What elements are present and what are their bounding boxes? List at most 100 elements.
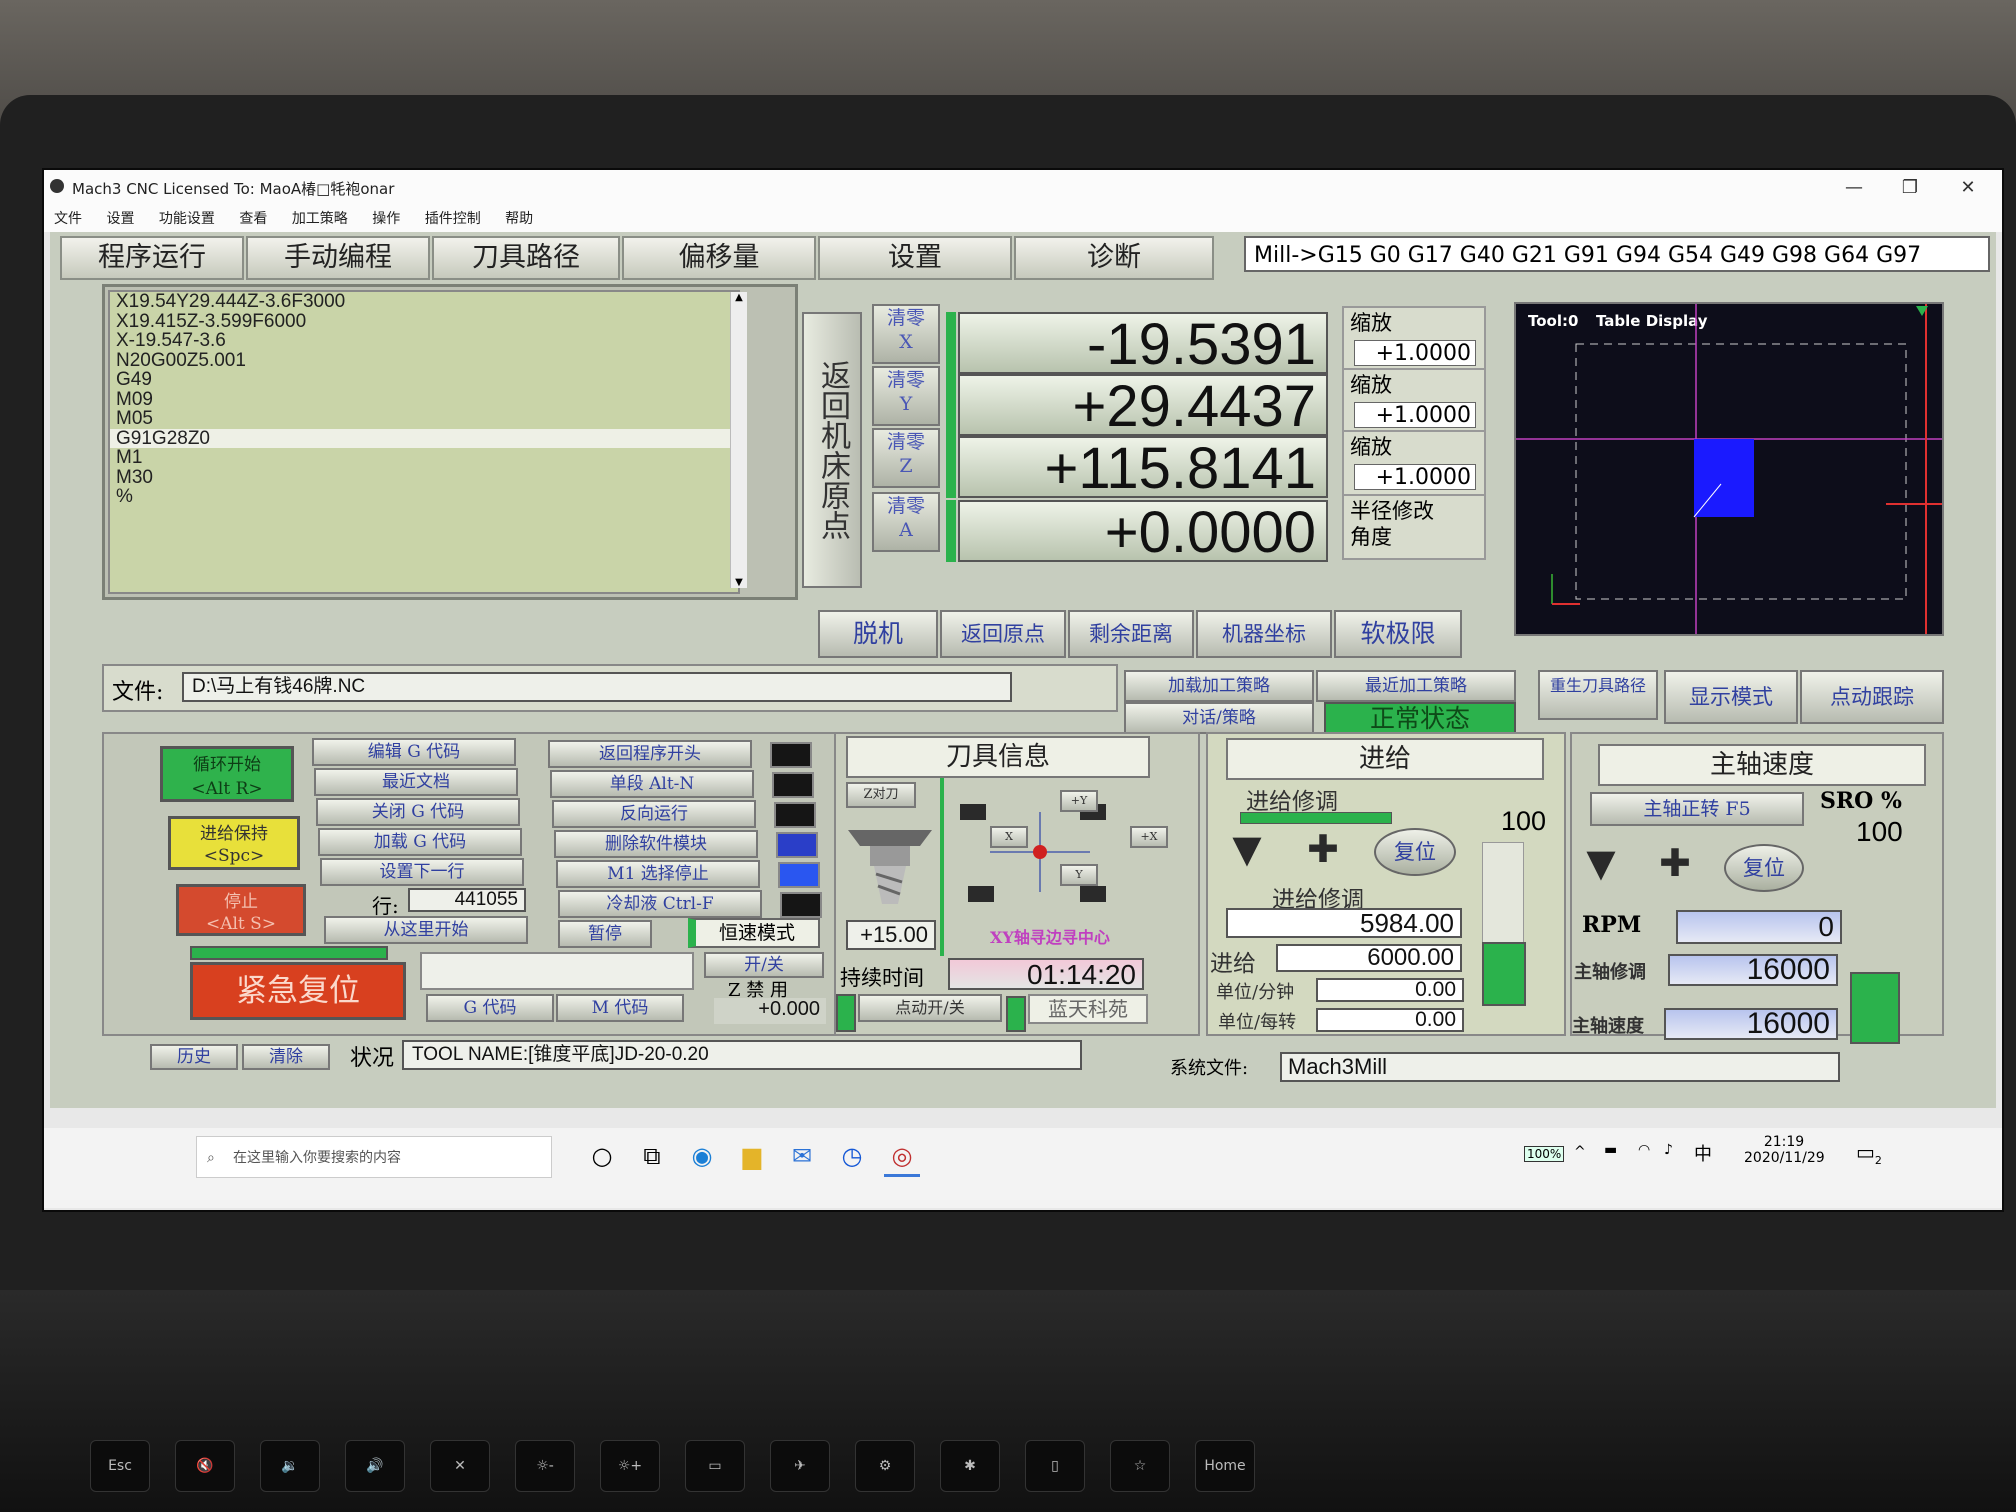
notification-icon[interactable]: ▭2 [1856, 1140, 1882, 1167]
spindle-up-icon[interactable]: ✚ [1646, 844, 1704, 882]
reverse-run-button[interactable]: 反向运行 [552, 800, 756, 828]
mach3-taskbar-icon[interactable]: ◎ [884, 1138, 920, 1177]
spindle-down-icon[interactable]: ▼ [1572, 844, 1630, 882]
edge-find-plus-x-button[interactable]: +X [1130, 826, 1168, 848]
cycle-start-button[interactable]: 循环开始 <Alt R> [160, 746, 294, 802]
clear-button[interactable]: 清除 [242, 1044, 330, 1070]
edge-find-plus-y-button[interactable]: +Y [1060, 790, 1098, 812]
gcode-line[interactable]: M30 [110, 467, 738, 488]
feed-rate-value[interactable]: 6000.00 [1276, 944, 1462, 972]
z-inhibit-value[interactable]: +0.000 [714, 998, 826, 1024]
tab-settings[interactable]: 设置 [818, 236, 1012, 280]
feed-slider-bar[interactable] [1482, 942, 1526, 1006]
regen-toolpath-button[interactable]: 重生刀具路径 [1538, 670, 1658, 720]
edge-find-minus-y-button[interactable]: Y [1060, 864, 1098, 886]
spindle-speed-value[interactable]: 16000 [1664, 1008, 1838, 1040]
menu-operator[interactable]: 操作 [372, 211, 400, 227]
x-axis-dro[interactable]: -19.5391 [958, 312, 1328, 376]
file-explorer-icon[interactable]: ▆ [734, 1138, 770, 1174]
volume-icon[interactable]: ♪ [1664, 1142, 1673, 1158]
tab-program-run[interactable]: 程序运行 [60, 236, 244, 280]
gcodes-button[interactable]: G 代码 [426, 994, 554, 1022]
clock-app-icon[interactable]: ◷ [834, 1138, 870, 1174]
gcode-line[interactable]: X-19.547-3.6 [110, 331, 738, 351]
coolant-button[interactable]: 冷却液 Ctrl-F [558, 890, 762, 918]
m1-optional-stop-button[interactable]: M1 选择停止 [556, 860, 760, 888]
feed-up-icon[interactable]: ✚ [1294, 830, 1352, 868]
edit-gcode-button[interactable]: 编辑 G 代码 [312, 738, 516, 766]
feed-hold-button[interactable]: 进给保持 <Spc> [168, 816, 300, 870]
zero-a-button[interactable]: 清零 A [872, 492, 940, 552]
recent-file-button[interactable]: 最近文档 [314, 768, 518, 796]
gcode-line[interactable]: G91G28Z0 [110, 428, 738, 448]
restore-button[interactable]: ❐ [1890, 174, 1930, 202]
offline-button[interactable]: 脱机 [818, 610, 938, 658]
recent-wizard-button[interactable]: 最近加工策略 [1316, 670, 1516, 702]
tray-chevron-icon[interactable]: ^ [1574, 1144, 1586, 1160]
menu-config[interactable]: 设置 [106, 211, 134, 227]
z-inhibit-toggle[interactable]: 开/关 [704, 952, 824, 978]
line-number-field[interactable]: 441055 [408, 888, 526, 912]
single-block-button[interactable]: 单段 Alt-N [550, 770, 754, 798]
stop-button[interactable]: 停止 <Alt S> [176, 884, 306, 936]
conversational-button[interactable]: 对话/策略 [1124, 702, 1314, 734]
emergency-reset-button[interactable]: 紧急复位 [190, 962, 406, 1020]
history-button[interactable]: 历史 [150, 1044, 238, 1070]
a-axis-dro[interactable]: +0.0000 [958, 500, 1328, 564]
gcode-line[interactable]: M1 [110, 448, 738, 468]
close-button[interactable]: ✕ [1948, 174, 1988, 202]
soft-limits-button[interactable]: 软极限 [1334, 610, 1462, 658]
delete-module-button[interactable]: 删除软件模块 [554, 830, 758, 858]
toolpath-display[interactable]: Tool:0 Table Display [1514, 302, 1944, 636]
z-plate-value[interactable]: +15.00 [846, 920, 936, 950]
load-wizard-button[interactable]: 加载加工策略 [1124, 670, 1314, 702]
gcode-line[interactable]: X19.415Z-3.599F6000 [110, 311, 738, 332]
gcode-line[interactable]: % [110, 487, 738, 507]
machine-coords-button[interactable]: 机器坐标 [1196, 610, 1332, 658]
y-axis-dro[interactable]: +29.4437 [958, 374, 1328, 438]
z-touch-button[interactable]: Z对刀 [846, 782, 916, 808]
display-mode-button[interactable]: 显示模式 [1664, 670, 1798, 724]
cortana-icon[interactable]: ○ [584, 1138, 620, 1174]
menu-function-cfg[interactable]: 功能设置 [159, 211, 215, 227]
feed-reset-button[interactable]: 复位 [1374, 828, 1456, 876]
ref-all-home-button[interactable]: 返回机床原点 [802, 312, 862, 588]
spindle-slider-bar[interactable] [1850, 972, 1900, 1044]
gcode-scrollbar[interactable]: ▲ ▼ [730, 292, 747, 588]
close-gcode-button[interactable]: 关闭 G 代码 [316, 798, 520, 826]
mcodes-button[interactable]: M 代码 [556, 994, 684, 1022]
z-axis-dro[interactable]: +115.8141 [958, 436, 1328, 500]
gcode-line[interactable]: M05 [110, 409, 738, 429]
battery-indicator[interactable]: 100% [1524, 1146, 1565, 1162]
wifi-icon[interactable]: ◠ [1638, 1142, 1650, 1158]
z-scale-value[interactable]: +1.0000 [1354, 464, 1476, 490]
edge-find-minus-x-button[interactable]: X [990, 826, 1028, 848]
pause-button[interactable]: 暂停 [558, 920, 652, 948]
task-view-icon[interactable]: ⧉ [634, 1138, 670, 1174]
x-scale-value[interactable]: +1.0000 [1354, 340, 1476, 366]
goto-home-button[interactable]: 返回原点 [940, 610, 1066, 658]
taskbar-clock[interactable]: 21:19 2020/11/29 [1744, 1134, 1825, 1166]
run-from-here-button[interactable]: 从这里开始 [324, 916, 528, 944]
y-scale-value[interactable]: +1.0000 [1354, 402, 1476, 428]
set-next-line-button[interactable]: 设置下一行 [320, 858, 524, 886]
zero-x-button[interactable]: 清零 X [872, 304, 940, 364]
edge-browser-icon[interactable]: ◉ [684, 1138, 720, 1174]
feed-down-icon[interactable]: ▼ [1218, 830, 1276, 868]
menu-help[interactable]: 帮助 [505, 211, 533, 227]
menu-file[interactable]: 文件 [54, 211, 82, 227]
tab-toolpath[interactable]: 刀具路径 [432, 236, 620, 280]
gcode-line[interactable]: X19.54Y29.444Z-3.6F3000 [110, 292, 738, 312]
menu-wizards[interactable]: 加工策略 [292, 211, 348, 227]
jog-follow-button[interactable]: 点动跟踪 [1800, 670, 1944, 724]
zero-z-button[interactable]: 清零 Z [872, 428, 940, 488]
load-gcode-button[interactable]: 加载 G 代码 [318, 828, 522, 856]
tray-device-icon[interactable]: ▬ [1604, 1142, 1617, 1158]
gcode-line[interactable]: N20G00Z5.001 [110, 350, 738, 371]
jog-toggle-button[interactable]: 点动开/关 [858, 994, 1002, 1022]
gcode-list[interactable]: X19.54Y29.444Z-3.6F3000 X19.415Z-3.599F60… [108, 290, 740, 594]
constant-velocity-toggle[interactable]: 恒速模式 [688, 918, 820, 948]
mail-icon[interactable]: ✉ [784, 1138, 820, 1174]
feed-slider-track[interactable] [1482, 842, 1524, 944]
zero-y-button[interactable]: 清零 Y [872, 366, 940, 426]
